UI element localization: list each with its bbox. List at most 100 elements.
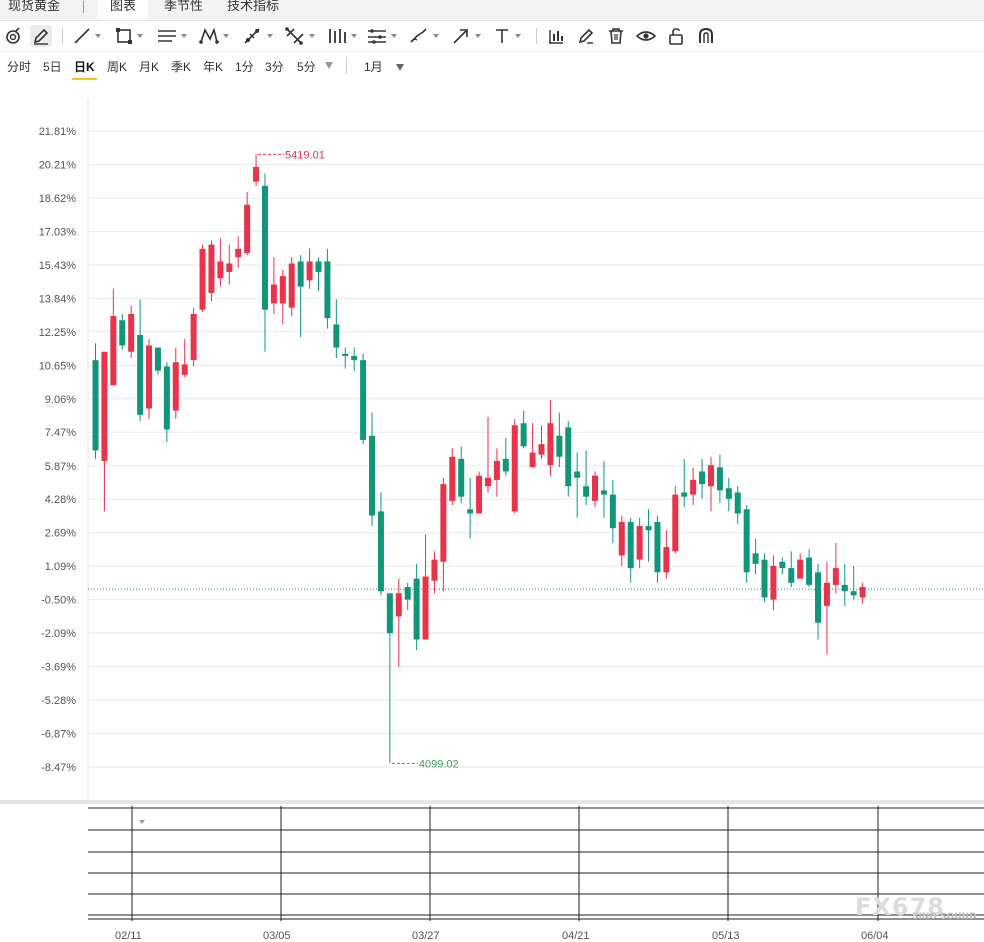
candle-body <box>404 586 411 600</box>
candle-body <box>788 568 795 583</box>
candle-body <box>422 576 429 640</box>
candle-body <box>137 334 144 415</box>
tab-bar: 现货黄金 图表 季节性 技术指标 <box>0 0 984 21</box>
y-tick-label: 21.81% <box>39 126 77 138</box>
candle-body <box>592 475 599 501</box>
line-icon[interactable] <box>72 25 101 47</box>
candle-body <box>493 460 500 480</box>
candle-body <box>315 261 322 272</box>
candle-body <box>841 584 848 592</box>
magnet-icon[interactable] <box>4 25 24 47</box>
period-5day[interactable]: 5日 <box>43 58 62 78</box>
lock-icon[interactable] <box>666 25 686 47</box>
tab-indicators[interactable]: 技术指标 <box>227 0 279 20</box>
candle-body <box>467 509 474 514</box>
range-dropdown[interactable]: 1月 <box>364 58 405 75</box>
tab-instrument[interactable]: 现货黄金 <box>8 0 60 20</box>
candle-body <box>547 423 554 466</box>
candlestick-chart[interactable]: 21.81% 20.21% 18.62% 17.03% 15.43% 13.84% 12.2… <box>0 98 984 800</box>
candle-body <box>208 244 215 293</box>
minute-dropdown-caret-icon[interactable] <box>325 62 333 69</box>
candle-body <box>261 185 268 310</box>
candle-body <box>574 471 581 478</box>
candle-body <box>627 521 634 569</box>
tab-chart[interactable]: 图表 <box>98 0 149 20</box>
candle-body <box>172 362 179 411</box>
bars-icon[interactable] <box>326 25 357 47</box>
candle-body <box>743 509 750 573</box>
chart-svg: 21.81% 20.21% 18.62% 17.03% 15.43% 13.84% 12.2… <box>39 98 984 800</box>
eye-icon[interactable] <box>636 25 656 47</box>
candle-body <box>600 490 607 495</box>
chart-annotations: 5419.01 4099.02 <box>258 149 459 770</box>
candle-body <box>752 553 759 564</box>
gann-icon[interactable] <box>284 25 315 47</box>
period-weekly[interactable]: 周K <box>107 58 127 78</box>
x-axis-label: 06/04 <box>861 930 889 942</box>
panel-divider[interactable] <box>0 800 984 804</box>
candle-body <box>734 492 741 514</box>
candle-body <box>279 276 286 304</box>
candle-body <box>565 427 572 487</box>
y-tick-label: -5.28% <box>41 695 76 707</box>
candle-body <box>431 559 438 581</box>
x-axis-label: 03/05 <box>263 930 291 942</box>
toolbar-divider <box>62 28 63 44</box>
candle-body <box>226 263 233 272</box>
pattern-icon[interactable] <box>198 25 229 47</box>
tab-seasonality[interactable]: 季节性 <box>164 0 203 20</box>
candle-body <box>609 494 616 529</box>
max-price-label: 5419.01 <box>285 149 325 161</box>
drawing-toolbar <box>0 21 984 52</box>
candle-body <box>815 572 822 623</box>
y-tick-label: 18.62% <box>39 193 77 205</box>
candle-body <box>217 261 224 279</box>
candle-body <box>699 471 706 485</box>
period-3min[interactable]: 3分 <box>265 58 284 78</box>
candle-body <box>154 347 161 371</box>
period-daily[interactable]: 日K <box>72 58 97 80</box>
y-tick-label: -3.69% <box>41 662 76 674</box>
parallel-lines-icon[interactable] <box>156 25 187 47</box>
y-tick-label: 13.84% <box>39 293 77 305</box>
period-monthly[interactable]: 月K <box>139 58 159 78</box>
candle-body <box>645 526 652 531</box>
rectangle-icon[interactable] <box>114 25 143 47</box>
arrow-icon[interactable] <box>450 25 481 47</box>
period-quarterly[interactable]: 季K <box>171 58 191 78</box>
candle-body <box>270 284 277 304</box>
candle-body <box>253 166 260 182</box>
candle-body <box>636 526 643 560</box>
period-intraday[interactable]: 分时 <box>7 58 31 78</box>
candle-body <box>663 547 670 573</box>
range-caret-icon <box>396 64 405 72</box>
candle-body <box>458 458 465 497</box>
candle-body <box>859 586 866 598</box>
magnet-u-icon[interactable] <box>696 25 716 47</box>
period-1min[interactable]: 1分 <box>235 58 254 78</box>
candle-body <box>386 593 393 634</box>
candle-body <box>244 204 251 254</box>
period-selector: 分时 5日 日K 周K 月K 季K 年K 1分 3分 5分 <box>0 52 984 80</box>
edit-icon[interactable] <box>576 25 596 47</box>
candle-body <box>377 511 384 592</box>
pencil-icon[interactable] <box>30 25 52 47</box>
period-5min[interactable]: 5分 <box>297 58 316 78</box>
brush-icon[interactable] <box>408 25 439 47</box>
y-tick-label: 1.09% <box>45 561 76 573</box>
period-yearly[interactable]: 年K <box>203 58 223 78</box>
candle-body <box>181 364 188 375</box>
chart-grid <box>87 98 984 800</box>
candle-body <box>413 578 420 640</box>
channel-icon[interactable] <box>366 25 397 47</box>
trash-icon[interactable] <box>606 25 626 47</box>
watermark-sub-logo: SINO SOUND <box>912 912 977 922</box>
candle-body <box>360 360 367 440</box>
candle-body <box>850 591 857 596</box>
text-icon[interactable] <box>492 25 521 47</box>
measure-icon[interactable] <box>546 25 566 47</box>
candle-body <box>520 423 527 447</box>
candle-body <box>779 561 786 569</box>
fibonacci-icon[interactable] <box>242 25 273 47</box>
candle-body <box>235 248 242 258</box>
